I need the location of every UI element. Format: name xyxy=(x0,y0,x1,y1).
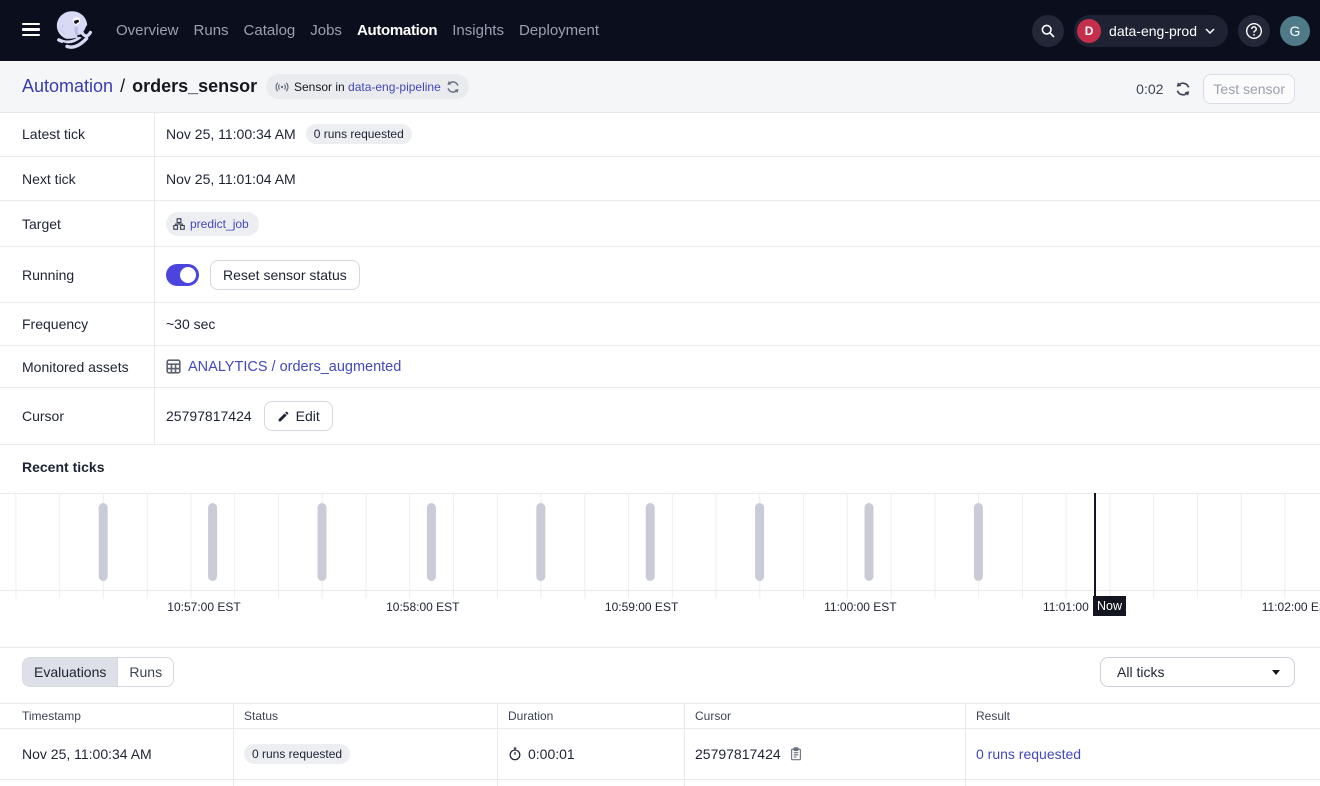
svg-text:10:57:00 EST: 10:57:00 EST xyxy=(167,600,241,614)
svg-text:10:59:00 EST: 10:59:00 EST xyxy=(605,600,679,614)
svg-text:11:00:00 EST: 11:00:00 EST xyxy=(824,600,897,614)
svg-text:10:58:00 EST: 10:58:00 EST xyxy=(386,600,460,614)
svg-text:Now: Now xyxy=(1097,599,1123,613)
svg-text:11:02:00 EST: 11:02:00 EST xyxy=(1262,600,1320,614)
